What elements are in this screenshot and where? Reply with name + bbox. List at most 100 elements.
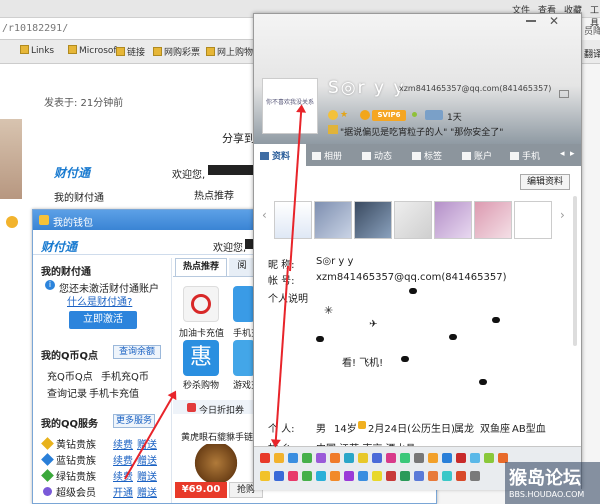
tab-feed[interactable]: 动态 [362,149,392,162]
scrollbar[interactable] [573,196,577,346]
service-icon[interactable] [302,453,312,463]
tab-phone[interactable]: 手机 [510,149,540,162]
photo-thumb-7[interactable] [514,201,552,239]
hot-recommend-tab[interactable]: 热点推荐 [175,258,227,276]
game-icon[interactable] [233,340,255,376]
service-icon[interactable] [302,471,312,481]
cloud-icon [316,336,324,342]
service-icon[interactable] [484,453,494,463]
tab-info[interactable]: 资料 [260,149,290,162]
activate-button[interactable]: 立即激活 [69,311,137,329]
tab-album[interactable]: 相册 [312,149,342,162]
address-bar[interactable]: /r10182291/ [0,18,260,40]
service-icon[interactable] [316,453,326,463]
service-icon[interactable] [386,471,396,481]
fav-links2[interactable]: 链接 [116,45,145,59]
service-icon[interactable] [428,471,438,481]
service-icon[interactable] [316,471,326,481]
hot-tab[interactable]: 热点推荐 [194,187,234,202]
fav-links[interactable]: Links [20,45,54,59]
fav-microsoft[interactable]: Microsof [68,45,117,59]
sinopec-icon[interactable] [183,286,219,322]
blue-diamond-icon [41,453,54,466]
service-icon[interactable] [456,471,466,481]
service-icon[interactable] [442,471,452,481]
wallet-tenpay-logo: 财付通 [41,240,78,254]
service-icon[interactable] [260,453,270,463]
green-dot-icon [412,112,417,117]
service-icon[interactable] [344,471,354,481]
tab-account[interactable]: 账户 [462,149,492,162]
service-icon[interactable] [288,471,298,481]
fuel-card-label[interactable]: 加油卡充值 [179,326,224,339]
service-icon[interactable] [400,453,410,463]
minimize-icon[interactable] [526,20,536,22]
photos-next-icon[interactable]: › [560,208,565,222]
service-icon[interactable] [274,471,284,481]
hui-icon[interactable]: 惠 [183,340,219,376]
plane-icon: ✈ [369,319,378,330]
phone-recharge-qcoin-link[interactable]: 手机充Q币 [101,368,149,383]
service-icon[interactable] [442,453,452,463]
service-icon[interactable] [288,453,298,463]
open-super-link[interactable]: 开通 [113,484,133,499]
person-label: 个 人: [268,424,295,435]
more-services-button[interactable]: 更多服务 [113,414,155,428]
service-icon[interactable] [330,453,340,463]
service-icon[interactable] [428,453,438,463]
service-icon[interactable] [260,471,270,481]
service-icon[interactable] [470,471,480,481]
avatar[interactable]: 你不喜欢我没关系 [262,78,318,134]
service-icon[interactable] [456,453,466,463]
daily-coupon-heading: 今日折扣券 [199,406,245,416]
signature[interactable]: "据说偏见是吃宵粒子的人" "那你安全了" [340,125,503,138]
photo-thumb-2[interactable] [314,201,352,239]
penguin-icon [360,110,370,120]
service-icon[interactable] [358,471,368,481]
photo-thumb-6[interactable] [474,201,512,239]
recharge-qcoin-link[interactable]: 充Q币Q点 [47,368,93,383]
flash-sale-label[interactable]: 秒杀购物 [183,378,219,391]
tabs-scroll-right-icon[interactable]: ▸ [570,149,575,159]
service-icon[interactable] [372,453,382,463]
service-icon[interactable] [400,471,410,481]
service-icon[interactable] [414,453,424,463]
service-icon[interactable] [358,453,368,463]
close-icon[interactable]: ✕ [549,14,559,28]
fav-shopping[interactable]: 网上购物 [206,45,253,59]
service-icon[interactable] [470,453,480,463]
tabs-scroll-left-icon[interactable]: ◂ [560,149,565,159]
phone-icon[interactable] [233,286,255,322]
second-tab[interactable]: 阅 [229,258,255,276]
photo-thumb-3[interactable] [354,201,392,239]
query-records-link[interactable]: 查询记录 [47,385,87,400]
what-is-tenpay-link[interactable]: 什么是财付通? [67,293,132,308]
gift-super-link[interactable]: 赠送 [137,484,157,499]
service-icon[interactable] [274,453,284,463]
green-diamond-icon [41,469,54,482]
service-icon[interactable] [372,471,382,481]
renew-blue-link[interactable]: 续费 [113,452,133,467]
fav-lottery[interactable]: 网购彩票 [153,45,200,59]
renew-yellow-link[interactable]: 续费 [113,436,133,451]
tab-tags[interactable]: 标签 [412,149,442,162]
copy-icon[interactable] [559,90,569,98]
watermark: 猴岛论坛 BBS.HOUDAO.COM [505,462,600,504]
bracelet-image[interactable] [183,444,249,482]
edit-profile-button[interactable]: 编辑资料 [520,174,570,190]
service-icon[interactable] [386,453,396,463]
gift-green-link[interactable]: 赠送 [137,468,157,483]
photo-thumb-5[interactable] [434,201,472,239]
service-icon[interactable] [344,453,354,463]
photos-prev-icon[interactable]: ‹ [262,208,267,222]
service-icon[interactable] [414,471,424,481]
service-icon[interactable] [330,471,340,481]
watermark-url: BBS.HOUDAO.COM [509,490,585,499]
photo-thumb-4[interactable] [394,201,432,239]
product-name[interactable]: 黄虎眼石貔貅手链 [181,430,253,443]
birthday: 2月24日(公历生日) [368,424,455,435]
query-balance-button[interactable]: 查询余额 [113,345,161,359]
translate-text[interactable]: 翻译 [584,47,600,60]
star-icon: ★ [340,110,349,120]
phone-card-recharge-link[interactable]: 手机卡充值 [89,385,139,400]
